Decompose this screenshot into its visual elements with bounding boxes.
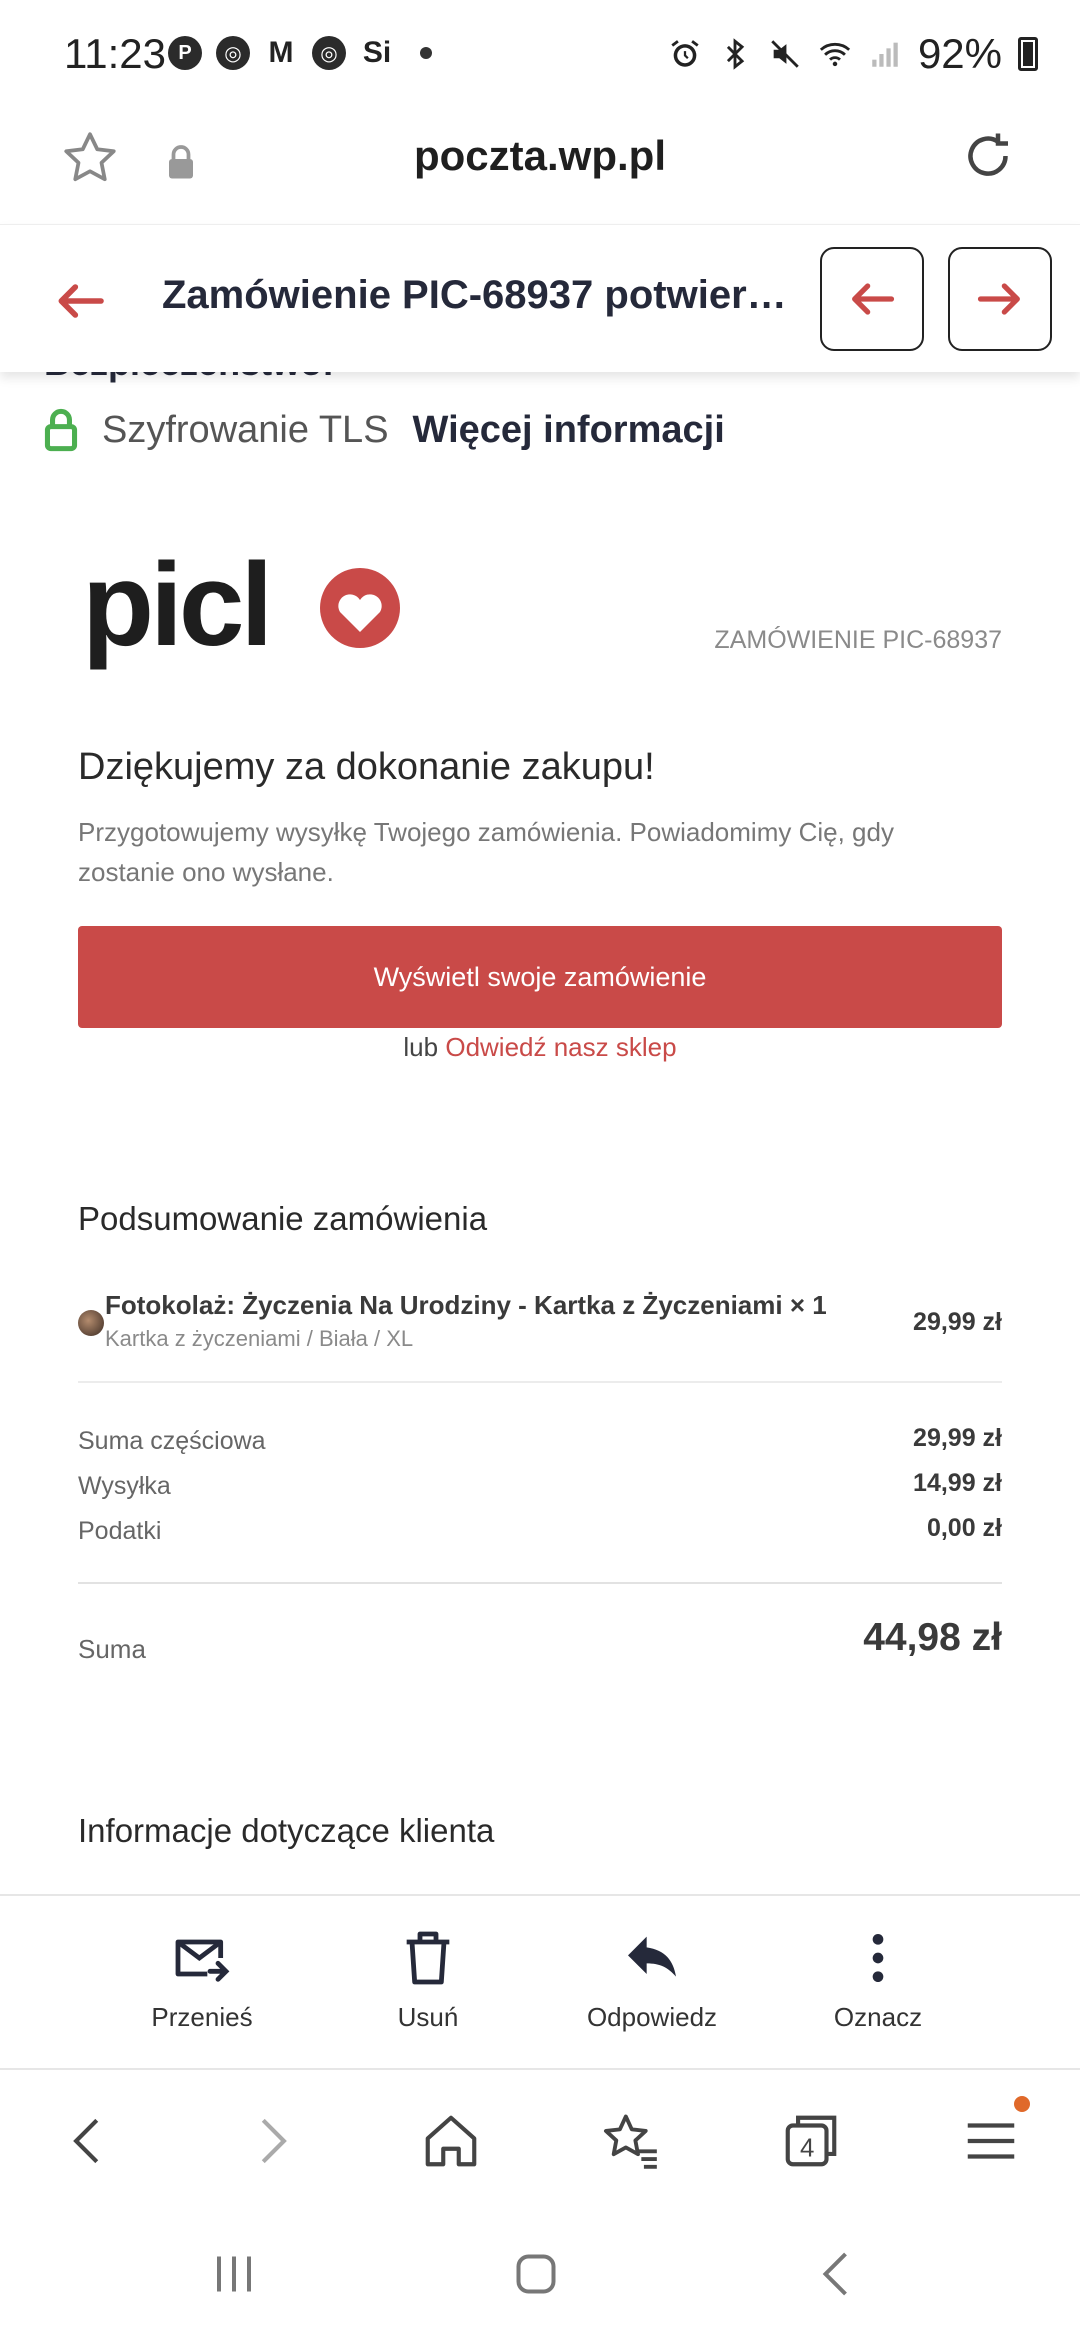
reply-icon (628, 1936, 676, 1977)
mute-icon (771, 40, 799, 68)
total-value: 44,98 zł (863, 1616, 1002, 1659)
move-mail-icon (175, 1939, 230, 1982)
more-info-link[interactable]: Więcej informacji (413, 409, 725, 452)
delete-button[interactable]: Usuń (328, 1926, 528, 2033)
visit-store-link[interactable]: Odwiedź nasz sklep (445, 1032, 676, 1062)
email-content[interactable]: Bezpieczeństwo: Szyfrowanie TLS Więcej i… (0, 372, 1080, 1894)
trash-icon (406, 1931, 450, 1985)
subtotal-value: 29,99 zł (913, 1424, 1002, 1452)
shipping-value: 14,99 zł (913, 1469, 1002, 1497)
tls-label: Szyfrowanie TLS (102, 408, 389, 451)
mark-button[interactable]: Oznacz (778, 1926, 978, 2033)
item-thumbnail (78, 1310, 104, 1336)
chrome-icon: ◎ (312, 36, 346, 70)
total-label: Suma (78, 1634, 146, 1664)
order-number: ZAMÓWIENIE PIC-68937 (714, 626, 1002, 654)
alarm-icon (671, 40, 699, 67)
menu-icon[interactable] (960, 2110, 1022, 2172)
divider (78, 1381, 1002, 1383)
home-icon[interactable] (420, 2110, 482, 2172)
arrow-left-icon (852, 283, 895, 315)
pinterest-icon: P (168, 36, 202, 70)
customer-info-title: Informacje dotyczące klienta (78, 1812, 495, 1849)
notification-dot (1014, 2096, 1030, 2112)
tabs-button[interactable]: 4 (780, 2110, 842, 2172)
arrow-right-icon (977, 283, 1020, 315)
system-status-icons: 92% (668, 30, 1038, 78)
move-button[interactable]: Przenieś (102, 1926, 302, 2033)
forward-icon[interactable] (240, 2110, 302, 2172)
browser-navigation: 4 (0, 2072, 1080, 2208)
bluetooth-icon (726, 38, 745, 70)
reload-icon[interactable] (958, 126, 1018, 186)
piclo-logo: picl (82, 550, 400, 671)
view-order-button[interactable]: Wyświetl swoje zamówienie (78, 926, 1002, 1028)
taxes-label: Podatki (78, 1517, 162, 1545)
or-visit-store: lub Odwiedź nasz sklep (0, 1032, 1080, 1063)
or-text: lub (403, 1032, 439, 1062)
battery-percent: 92% (917, 30, 1002, 77)
svg-text:picl: picl (82, 550, 269, 671)
divider (78, 1582, 1002, 1584)
signal-icon (872, 42, 898, 67)
green-lock-icon (44, 408, 78, 452)
system-back-icon[interactable] (808, 2244, 868, 2304)
home-button-icon[interactable] (506, 2244, 566, 2304)
mail-subject: Zamówienie PIC-68937 potwierdzone (162, 273, 802, 317)
wifi-icon (819, 42, 851, 67)
summary-title: Podsumowanie zamówienia (78, 1200, 488, 1237)
preparing-text: Przygotowujemy wysyłkę Twojego zamówieni… (78, 817, 894, 887)
reply-label: Odpowiedz (586, 2002, 718, 2032)
reply-button[interactable]: Odpowiedz (552, 1926, 752, 2033)
battery-icon (1018, 37, 1038, 71)
system-navigation (0, 2208, 1080, 2340)
security-label: Bezpieczeństwo: (44, 372, 334, 384)
subtotal-label: Suma częściowa (78, 1427, 266, 1455)
notification-icons: P ◎ M ◎ Si (168, 36, 432, 70)
tabs-icon: 4 (785, 2115, 837, 2167)
item-price: 29,99 zł (913, 1308, 1002, 1336)
chrome-icon: ◎ (216, 36, 250, 70)
thanks-heading: Dziękujemy za dokonanie zakupu! (78, 746, 655, 788)
shipping-label: Wysyłka (78, 1472, 171, 1500)
move-label: Przenieś (151, 2002, 253, 2032)
previous-mail-button[interactable] (820, 247, 924, 351)
mail-header: Zamówienie PIC-68937 potwierdzone (0, 224, 1080, 372)
more-notifications-dot (420, 47, 432, 59)
item-name: Fotokolaż: Życzenia Na Urodziny - Kartka… (105, 1290, 827, 1320)
mail-action-bar: Przenieś Usuń Odpowiedz Oznacz (0, 1894, 1080, 2070)
delete-label: Usuń (397, 2002, 459, 2032)
more-vertical-icon (872, 1934, 884, 1982)
url-text[interactable]: poczta.wp.pl (0, 132, 1080, 180)
si-icon: Si (362, 36, 392, 69)
browser-address-bar: poczta.wp.pl (0, 110, 1080, 222)
tabs-count: 4 (800, 2135, 814, 2163)
recent-apps-icon[interactable] (204, 2244, 264, 2304)
status-time: 11:23 (64, 30, 166, 77)
back-icon[interactable] (58, 2110, 120, 2172)
taxes-value: 0,00 zł (926, 1514, 1002, 1542)
mark-label: Oznacz (833, 2002, 923, 2032)
next-mail-button[interactable] (948, 247, 1052, 351)
tls-info-row: Szyfrowanie TLS Więcej informacji (44, 408, 725, 452)
item-variant: Kartka z życzeniami / Biała / XL (105, 1326, 414, 1351)
back-arrow-icon[interactable] (52, 273, 108, 329)
bookmarks-icon[interactable] (600, 2110, 662, 2172)
status-bar: 11:23 P ◎ M ◎ Si 92% (0, 0, 1080, 110)
medium-icon: M (268, 36, 294, 69)
